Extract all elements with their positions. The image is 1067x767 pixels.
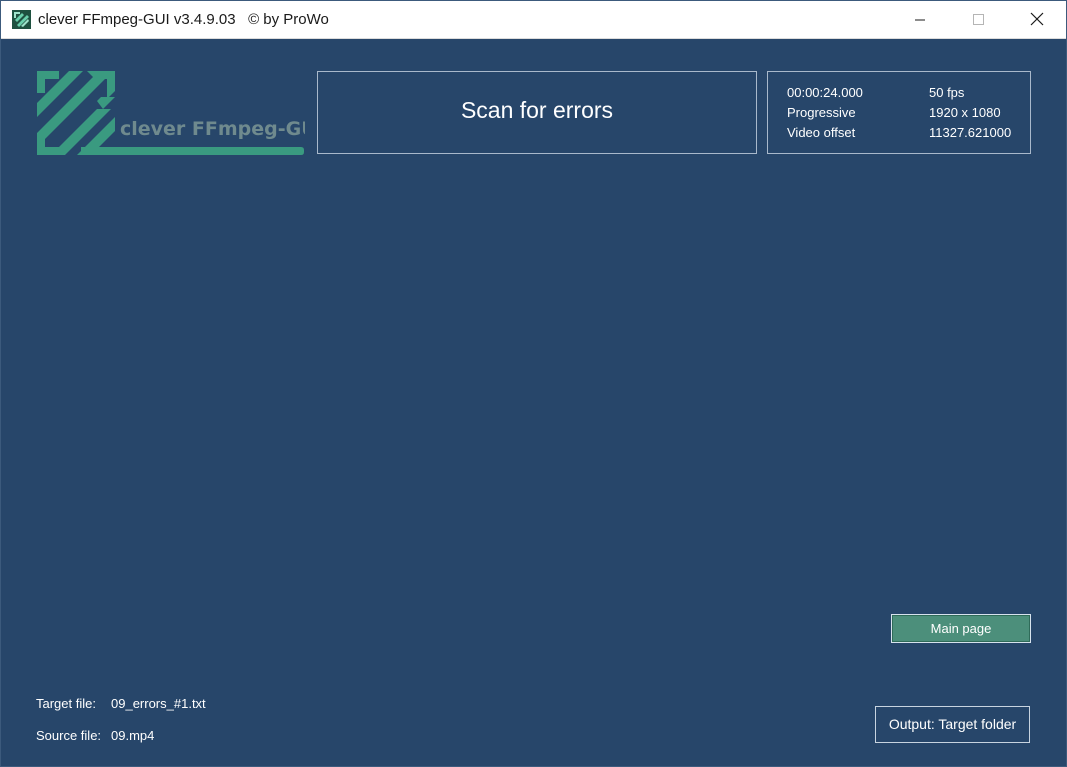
scan-type-value: Progressive bbox=[787, 105, 856, 120]
scan-title: Scan for errors bbox=[460, 97, 614, 123]
duration-value: 00:00:24.000 bbox=[787, 85, 863, 100]
target-file-label: Target file: bbox=[36, 696, 96, 711]
maximize-icon bbox=[973, 14, 984, 25]
main-page-button[interactable]: Main page bbox=[891, 614, 1031, 643]
logo-text: clever FFmpeg-GUI bbox=[120, 118, 305, 140]
fps-value: 50 fps bbox=[929, 85, 965, 100]
source-file-value: 09.mp4 bbox=[111, 728, 155, 743]
close-icon bbox=[1030, 12, 1044, 26]
minimize-button[interactable] bbox=[891, 1, 949, 38]
target-file-value: 09_errors_#1.txt bbox=[111, 696, 206, 711]
video-info-panel: 00:00:24.000 50 fps Progressive 1920 x 1… bbox=[767, 71, 1031, 154]
video-offset-label: Video offset bbox=[787, 125, 856, 140]
app-icon bbox=[12, 10, 31, 29]
app-window: clever FFmpeg-GUI v3.4.9.03 © by ProWo c… bbox=[0, 0, 1067, 767]
output-target-folder-button[interactable]: Output: Target folder bbox=[875, 706, 1030, 743]
source-file-label: Source file: bbox=[36, 728, 102, 743]
minimize-icon bbox=[915, 19, 925, 21]
maximize-button[interactable] bbox=[949, 1, 1007, 38]
window-title: clever FFmpeg-GUI v3.4.9.03 © by ProWo bbox=[38, 11, 329, 28]
scan-panel: Scan for errors bbox=[317, 71, 757, 154]
title-bar: clever FFmpeg-GUI v3.4.9.03 © by ProWo bbox=[1, 1, 1066, 39]
close-button[interactable] bbox=[1007, 1, 1065, 38]
app-logo: clever FFmpeg-GUI bbox=[37, 71, 324, 155]
resolution-value: 1920 x 1080 bbox=[929, 105, 1001, 120]
video-offset-value: 11327.621000 bbox=[929, 125, 1012, 140]
